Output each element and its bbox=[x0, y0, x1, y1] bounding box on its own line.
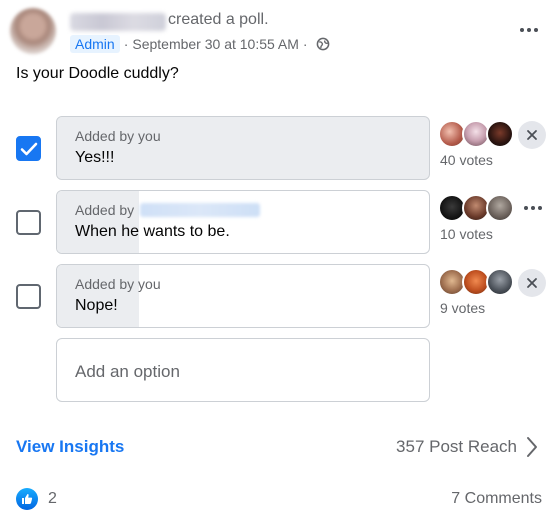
option-checkbox[interactable] bbox=[16, 136, 41, 161]
post-reach-label: 357 Post Reach bbox=[396, 437, 517, 456]
option-text: Yes!!! bbox=[75, 149, 115, 166]
option-added-by: Added by bbox=[75, 202, 261, 218]
add-option-placeholder: Add an option bbox=[75, 362, 180, 381]
voter-avatars[interactable] bbox=[438, 268, 518, 296]
vote-progress-fill bbox=[57, 117, 150, 179]
vote-progress-fill bbox=[57, 191, 139, 253]
option-text: Nope! bbox=[75, 297, 118, 314]
close-icon bbox=[527, 278, 537, 288]
option-checkbox[interactable] bbox=[16, 284, 41, 309]
option-more-button[interactable] bbox=[518, 196, 548, 220]
post-reach-link[interactable]: 357 Post Reach bbox=[396, 436, 539, 458]
globe-icon bbox=[316, 37, 330, 51]
chevron-right-icon bbox=[527, 437, 537, 457]
add-option-input[interactable]: Add an option bbox=[56, 338, 430, 402]
option-box[interactable]: Added by you Yes!!! bbox=[56, 116, 430, 180]
author-avatar[interactable] bbox=[10, 8, 56, 54]
more-horizontal-icon bbox=[524, 206, 542, 210]
more-horizontal-icon bbox=[520, 28, 538, 32]
meta-separator: · bbox=[123, 36, 129, 52]
voter-avatar[interactable] bbox=[486, 120, 514, 148]
checkmark-icon bbox=[20, 142, 38, 156]
post-timestamp[interactable]: September 30 at 10:55 AM bbox=[132, 36, 299, 52]
adder-name-redacted[interactable] bbox=[140, 203, 261, 217]
remove-option-button[interactable] bbox=[518, 269, 546, 297]
post-more-button[interactable] bbox=[514, 20, 544, 40]
option-checkbox[interactable] bbox=[16, 210, 41, 235]
option-box[interactable]: Added by When he wants to be. bbox=[56, 190, 430, 254]
vote-progress-fill bbox=[57, 265, 139, 327]
post-header: created a poll. Admin · September 30 at … bbox=[10, 8, 550, 58]
author-name-redacted[interactable] bbox=[70, 13, 166, 31]
option-text: When he wants to be. bbox=[75, 223, 230, 240]
vote-count[interactable]: 9 votes bbox=[440, 300, 485, 316]
admin-badge: Admin bbox=[70, 35, 120, 53]
option-box[interactable]: Added by you Nope! bbox=[56, 264, 430, 328]
like-icon bbox=[16, 488, 38, 510]
vote-count[interactable]: 40 votes bbox=[440, 152, 493, 168]
reactions-summary[interactable]: 2 bbox=[16, 488, 57, 510]
poll-option: Added by When he wants to be. 10 votes bbox=[0, 190, 559, 254]
comments-count-link[interactable]: 7 Comments bbox=[451, 490, 542, 508]
post-action-text: created a poll. bbox=[168, 11, 269, 28]
likes-count: 2 bbox=[48, 490, 57, 507]
voter-avatars[interactable] bbox=[438, 194, 518, 222]
voter-avatar[interactable] bbox=[486, 268, 514, 296]
poll-option: Added by you Yes!!! 40 votes bbox=[0, 116, 559, 180]
meta-separator: · bbox=[302, 36, 308, 52]
voter-avatars[interactable] bbox=[438, 120, 518, 148]
post-meta: Admin · September 30 at 10:55 AM · bbox=[70, 34, 330, 54]
voter-avatar[interactable] bbox=[486, 194, 514, 222]
close-icon bbox=[527, 130, 537, 140]
option-added-by: Added by you bbox=[75, 128, 161, 144]
poll-option: Added by you Nope! 9 votes bbox=[0, 264, 559, 328]
remove-option-button[interactable] bbox=[518, 121, 546, 149]
poll-question: Is your Doodle cuddly? bbox=[16, 65, 179, 82]
option-added-by: Added by you bbox=[75, 276, 161, 292]
view-insights-link[interactable]: View Insights bbox=[16, 437, 124, 457]
vote-count[interactable]: 10 votes bbox=[440, 226, 493, 242]
